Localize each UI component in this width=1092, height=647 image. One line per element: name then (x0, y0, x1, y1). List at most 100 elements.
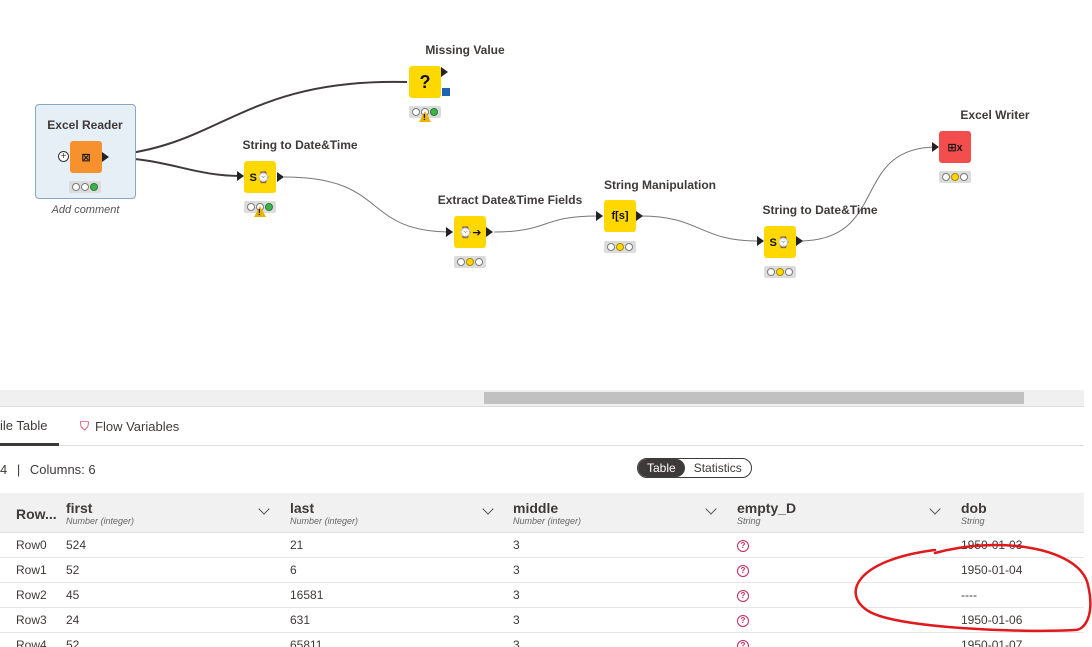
flow-variable-icon: ⛉ (80, 419, 90, 433)
string-to-date-1-output-port[interactable] (277, 172, 284, 182)
string-to-date-icon: S⌚ (769, 236, 791, 249)
string-to-date-2-status (764, 266, 796, 278)
string-manipulation-node[interactable]: f[s] (604, 200, 636, 232)
missing-value-icon: ? (737, 565, 749, 577)
cell-middle: 3 (513, 538, 520, 552)
tab-file-table-label: ile Table (0, 417, 48, 433)
cell-dob: ---- (961, 588, 977, 602)
tab-flow-variables[interactable]: ⛉ Flow Variables (80, 407, 179, 446)
table-row[interactable]: Row0 524 21 3 ? 1950-01-03 (0, 533, 1084, 558)
string-to-date-1-node[interactable]: S⌚ (244, 161, 276, 193)
tab-flow-variables-label: Flow Variables (95, 419, 180, 434)
string-manipulation-input-port[interactable] (596, 211, 603, 221)
excel-writer-status (939, 171, 971, 183)
connection-stringtodate2-writer (798, 146, 938, 242)
chevron-down-icon[interactable] (482, 503, 494, 515)
column-header-rowid[interactable]: Row... (0, 493, 60, 533)
question-mark-icon: ? (419, 71, 431, 92)
toggle-statistics[interactable]: Statistics (685, 459, 751, 477)
table-row[interactable]: Row2 45 16581 3 ? ---- (0, 583, 1084, 608)
string-manipulation-status (604, 241, 636, 253)
view-toggle[interactable]: Table Statistics (637, 458, 752, 478)
excel-writer-input-port[interactable] (932, 142, 939, 152)
excel-writer-icon: ⊞x (947, 141, 963, 154)
excel-reader-output-port[interactable] (102, 152, 109, 162)
workflow-canvas[interactable]: Excel Reader + ⊠ Add comment Missing Val… (0, 0, 1092, 390)
table-row[interactable]: Row4 52 65811 3 ? 1950-01-07 (0, 633, 1084, 647)
table-info: 4 | Columns: 6 (0, 462, 96, 477)
cell-middle: 3 (513, 613, 520, 627)
string-to-date-2-title[interactable]: String to Date&Time (720, 203, 920, 217)
extract-date-fields-output-port[interactable] (486, 227, 493, 237)
info-separator: | (16, 462, 21, 477)
cell-last: 6 (290, 563, 297, 577)
extract-date-fields-node[interactable]: ⌚➔ (454, 216, 486, 248)
canvas-horizontal-scrollbar[interactable] (0, 390, 1084, 406)
cell-first: 45 (66, 588, 80, 602)
cell-middle: 3 (513, 588, 520, 602)
missing-value-output-port[interactable] (441, 67, 448, 77)
cell-dob: 1950-01-04 (961, 563, 1023, 577)
table-row[interactable]: Row3 24 631 3 ? 1950-01-06 (0, 608, 1084, 633)
table-row[interactable]: Row1 52 6 3 ? 1950-01-04 (0, 558, 1084, 583)
missing-value-icon: ? (737, 615, 749, 627)
output-tabs: ile Table ⛉ Flow Variables (0, 406, 1084, 446)
string-to-date-2-node[interactable]: S⌚ (764, 226, 796, 258)
toggle-table[interactable]: Table (638, 459, 685, 477)
column-header-dob[interactable]: dob String (961, 493, 1081, 533)
tab-file-table[interactable]: ile Table (0, 407, 59, 446)
excel-reader-node[interactable]: ⊠ (70, 141, 102, 173)
cell-last: 16581 (290, 588, 324, 602)
cell-first: 24 (66, 613, 80, 627)
row-id: Row3 (16, 613, 47, 627)
missing-value-model-port[interactable] (442, 88, 450, 96)
string-to-date-2-output-port[interactable] (796, 236, 803, 246)
chevron-down-icon[interactable] (929, 503, 941, 515)
string-to-date-icon: S⌚ (249, 171, 271, 184)
clock-arrow-icon: ⌚➔ (458, 226, 482, 239)
connection-stringmanip-stringtodate2 (640, 215, 758, 242)
cell-dob: 1950-01-06 (961, 613, 1023, 627)
string-to-date-1-title[interactable]: String to Date&Time (200, 138, 400, 152)
table-header: Row... first Number (integer) last Numbe… (0, 493, 1084, 533)
cell-first: 524 (66, 538, 87, 552)
missing-value-title[interactable]: Missing Value (365, 43, 565, 57)
excel-writer-node[interactable]: ⊞x (939, 131, 971, 163)
excel-reader-icon: ⊠ (81, 151, 91, 164)
scrollbar-thumb[interactable] (484, 392, 1024, 404)
column-header-first[interactable]: first Number (integer) (66, 493, 276, 533)
string-manipulation-output-port[interactable] (636, 211, 643, 221)
column-header-middle[interactable]: middle Number (integer) (513, 493, 723, 533)
row-id: Row1 (16, 563, 47, 577)
column-header-empty-d[interactable]: empty_D String (737, 493, 947, 533)
cell-dob: 1950-01-03 (961, 538, 1023, 552)
column-header-last[interactable]: last Number (integer) (290, 493, 500, 533)
row-id: Row0 (16, 538, 47, 552)
extract-date-fields-title[interactable]: Extract Date&Time Fields (410, 193, 610, 207)
string-manipulation-title[interactable]: String Manipulation (560, 178, 760, 192)
data-table: Row... first Number (integer) last Numbe… (0, 493, 1084, 647)
cell-first: 52 (66, 638, 80, 647)
cell-middle: 3 (513, 563, 520, 577)
missing-value-node[interactable]: ? (409, 66, 441, 98)
add-comment-label[interactable]: Add comment (35, 204, 136, 216)
warning-icon: ! (419, 111, 431, 122)
missing-value-icon: ? (737, 590, 749, 602)
function-icon: f[s] (611, 210, 629, 222)
excel-reader-title[interactable]: Excel Reader (0, 118, 185, 132)
extract-date-fields-input-port[interactable] (446, 227, 453, 237)
missing-value-icon: ? (737, 640, 749, 647)
cell-last: 65811 (290, 638, 323, 647)
add-port-icon[interactable]: + (58, 151, 69, 162)
cell-middle: 3 (513, 638, 520, 647)
excel-writer-title[interactable]: Excel Writer (895, 108, 1092, 122)
columns-count: Columns: 6 (29, 462, 96, 477)
rows-count: 4 (0, 462, 8, 477)
string-to-date-2-input-port[interactable] (757, 236, 764, 246)
cell-dob: 1950-01-07 (961, 638, 1023, 647)
missing-value-icon: ? (737, 540, 749, 552)
chevron-down-icon[interactable] (705, 503, 717, 515)
chevron-down-icon[interactable] (258, 503, 270, 515)
row-id: Row2 (16, 588, 47, 602)
string-to-date-1-input-port[interactable] (237, 171, 244, 181)
